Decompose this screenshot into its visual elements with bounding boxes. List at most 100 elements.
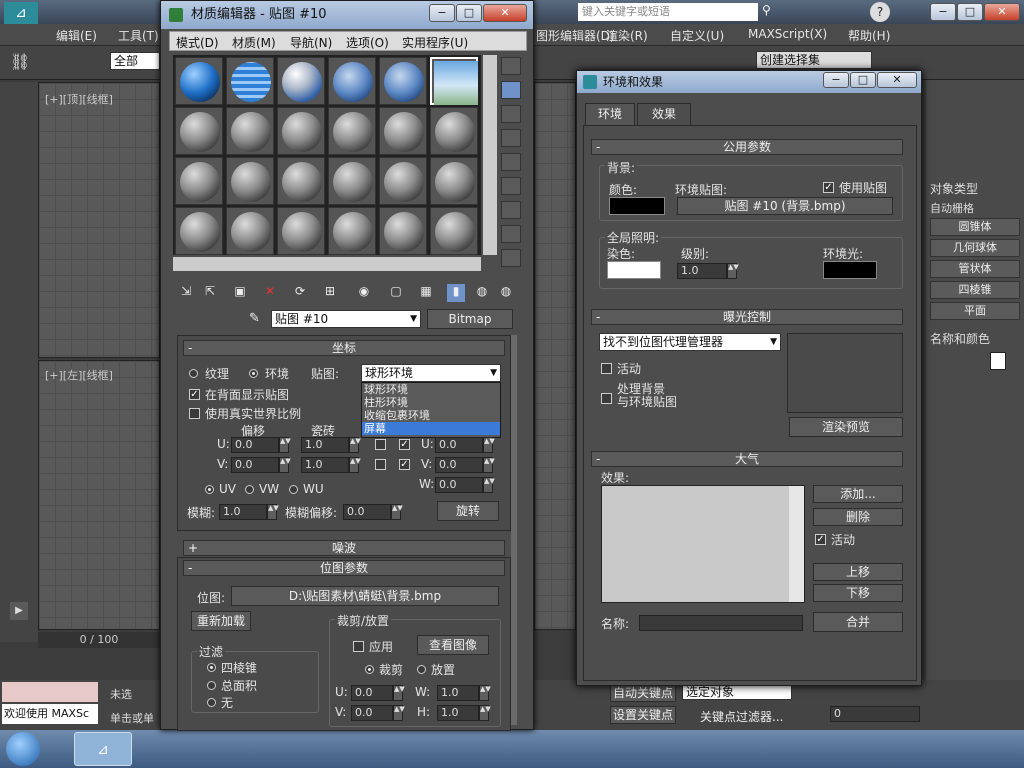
video-color-check-icon[interactable]	[501, 153, 521, 171]
menu-customize[interactable]: 自定义(U)	[670, 27, 724, 44]
use-map-checkbox[interactable]: ✓	[823, 182, 834, 193]
u-tile-checkbox[interactable]: ✓	[399, 439, 410, 450]
effect-name-field[interactable]	[639, 615, 803, 631]
render-preview-button[interactable]: 渲染预览	[789, 417, 903, 437]
start-button[interactable]	[6, 732, 40, 766]
select-by-material-icon[interactable]	[501, 225, 521, 243]
v-tiling-field[interactable]: 1.0	[301, 457, 349, 473]
rotate-button[interactable]: 旋转	[437, 501, 499, 521]
crop-v-field[interactable]: 0.0	[351, 705, 393, 721]
material-slot[interactable]	[430, 157, 478, 205]
process-bg-checkbox[interactable]	[601, 393, 612, 404]
mat-minimize-button[interactable]: −	[429, 4, 455, 22]
u-offset-spinner[interactable]: ▲▼	[279, 437, 291, 453]
apply-checkbox[interactable]	[353, 641, 364, 652]
set-key-button[interactable]: 设置关键点	[610, 706, 676, 724]
crop-w-field[interactable]: 1.0	[437, 685, 479, 701]
uv-radio[interactable]	[205, 485, 214, 494]
material-slot[interactable]	[379, 207, 427, 255]
menu-mode[interactable]: 模式(D)	[176, 34, 219, 51]
delete-effect-button[interactable]: 删除	[813, 508, 903, 526]
material-slot[interactable]	[379, 107, 427, 155]
assign-material-icon[interactable]: ▣	[231, 284, 249, 302]
crop-w-spinner[interactable]: ▲▼	[479, 685, 491, 701]
level-spinner[interactable]: ▲▼	[727, 263, 739, 279]
map-type-button[interactable]: Bitmap	[427, 309, 513, 329]
level-field[interactable]: 1.0	[677, 263, 727, 279]
noise-header[interactable]: + 噪波	[183, 540, 505, 556]
put-to-scene-icon[interactable]: ⇱	[201, 284, 219, 302]
material-slot[interactable]	[226, 107, 274, 155]
menu-utilities[interactable]: 实用程序(U)	[402, 34, 468, 51]
binoculars-icon[interactable]: ⚲	[762, 3, 771, 17]
material-slot[interactable]	[328, 207, 376, 255]
rollout-scrollbar[interactable]	[511, 335, 517, 725]
environ-radio[interactable]	[249, 369, 258, 378]
show-in-viewport-icon[interactable]: ▢	[387, 284, 405, 302]
go-sibling-icon[interactable]: ◍	[497, 284, 515, 302]
place-radio[interactable]	[417, 665, 426, 674]
blur-offset-field[interactable]: 0.0	[343, 504, 391, 520]
material-slot[interactable]	[430, 207, 478, 255]
crop-v-spinner[interactable]: ▲▼	[393, 705, 405, 721]
sample-type-icon[interactable]	[501, 57, 521, 75]
backlight-icon[interactable]	[501, 81, 521, 99]
link-icon[interactable]: ⛓	[10, 52, 30, 71]
cone-button[interactable]: 圆锥体	[930, 218, 1020, 236]
mapping-options-list[interactable]: 球形环境 柱形环境 收缩包裹环境 屏幕	[361, 382, 501, 438]
blur-field[interactable]: 1.0	[219, 504, 267, 520]
coordinates-header[interactable]: - 坐标	[183, 340, 505, 356]
mat-maximize-button[interactable]: □	[456, 4, 482, 22]
go-forward-sibling-icon[interactable]: ◍	[473, 284, 491, 302]
tab-effects[interactable]: 效果	[637, 103, 691, 125]
material-slot[interactable]	[277, 57, 325, 105]
filter-pyramidal-radio[interactable]	[207, 663, 216, 672]
effects-list-scrollbar[interactable]	[789, 486, 804, 602]
blur-offset-spinner[interactable]: ▲▼	[391, 504, 403, 520]
plane-button[interactable]: 平面	[930, 302, 1020, 320]
menu-navigation[interactable]: 导航(N)	[290, 34, 332, 51]
help-icon[interactable]: ?	[870, 2, 890, 22]
tab-environment[interactable]: 环境	[585, 103, 635, 125]
common-params-header[interactable]: - 公用参数	[591, 139, 903, 155]
mapping-option[interactable]: 球形环境	[362, 383, 500, 396]
material-slot[interactable]	[277, 207, 325, 255]
material-slot[interactable]	[226, 157, 274, 205]
menu-maxscript[interactable]: MAXScript(X)	[748, 27, 827, 41]
effects-list[interactable]	[601, 485, 805, 603]
env-titlebar[interactable]: 环境和效果 − □ ✕	[577, 71, 921, 93]
v-offset-field[interactable]: 0.0	[231, 457, 279, 473]
v-tile-checkbox[interactable]: ✓	[399, 459, 410, 470]
exposure-dropdown[interactable]: 找不到位图代理管理器 ▼	[599, 333, 781, 351]
uv-tiling-icon[interactable]	[501, 129, 521, 147]
material-slot[interactable]	[430, 107, 478, 155]
atmosphere-header[interactable]: - 大气	[591, 451, 903, 467]
crop-radio[interactable]	[365, 665, 374, 674]
material-editor-title[interactable]: 材质编辑器 - 贴图 #10 − □ ✕	[161, 1, 533, 29]
options-icon[interactable]	[501, 201, 521, 219]
delete-icon[interactable]: ✕	[261, 284, 279, 302]
v-offset-spinner[interactable]: ▲▼	[279, 457, 291, 473]
make-preview-icon[interactable]	[501, 177, 521, 195]
exposure-active-checkbox[interactable]	[601, 363, 612, 374]
key-filter-button[interactable]: 关键点过滤器...	[700, 708, 783, 725]
crop-u-spinner[interactable]: ▲▼	[393, 685, 405, 701]
u-angle-spinner[interactable]: ▲▼	[483, 437, 495, 453]
merge-button[interactable]: 合并	[813, 612, 903, 632]
auto-key-button[interactable]: 自动关键点	[610, 684, 676, 702]
material-slot[interactable]	[175, 157, 223, 205]
named-selection-dropdown[interactable]: 创建选择集	[756, 51, 872, 69]
app-close-button[interactable]: ✕	[984, 3, 1020, 21]
slots-scrollbar-v[interactable]	[483, 55, 497, 255]
bg-color-swatch[interactable]	[609, 197, 665, 215]
put-to-library-icon[interactable]: ⊞	[321, 284, 339, 302]
view-image-button[interactable]: 查看图像	[417, 635, 489, 655]
move-down-button[interactable]: 下移	[813, 584, 903, 602]
play-icon[interactable]: ▶	[10, 602, 28, 620]
slots-scrollbar-h[interactable]	[173, 257, 481, 271]
material-slot[interactable]	[175, 57, 223, 105]
mapping-option[interactable]: 屏幕	[362, 422, 500, 435]
env-minimize-button[interactable]: −	[823, 72, 849, 88]
v-tiling-spinner[interactable]: ▲▼	[349, 457, 361, 473]
tube-button[interactable]: 管状体	[930, 260, 1020, 278]
